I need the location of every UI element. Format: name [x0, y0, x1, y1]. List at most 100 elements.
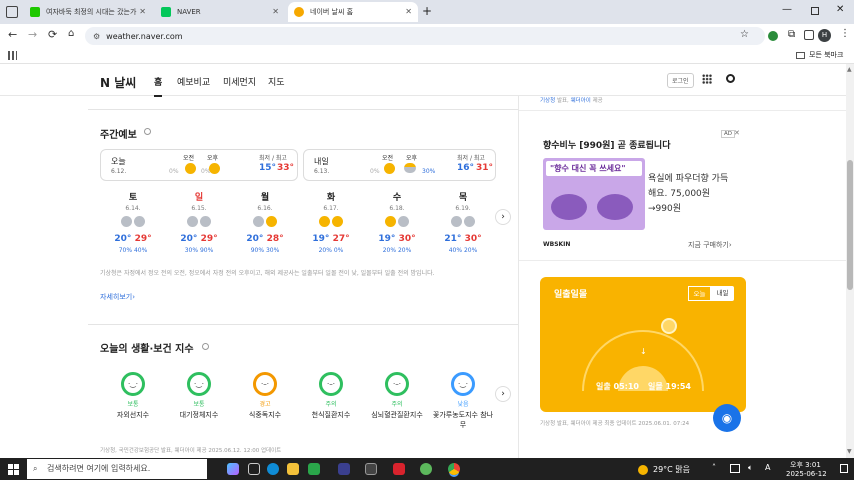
column-divider [518, 96, 519, 458]
sun-icon [209, 163, 220, 174]
browser-tab-3[interactable]: 네이버 날씨 홈 ✕ [288, 2, 418, 22]
window-close-icon[interactable]: ✕ [836, 4, 844, 15]
source-link[interactable]: 기상청 [540, 98, 555, 104]
app-icon[interactable] [308, 463, 320, 475]
edge-icon[interactable] [267, 463, 279, 475]
scrollbar[interactable]: ▲ ▼ [846, 64, 854, 458]
scroll-down-icon[interactable]: ▼ [847, 448, 852, 455]
day-date: 6.14. [125, 205, 141, 212]
weather-icons [100, 216, 166, 229]
ime-indicator[interactable]: A [765, 463, 770, 472]
back-icon[interactable]: ← [8, 28, 17, 41]
close-icon[interactable]: ✕ [272, 7, 279, 16]
extension-icon[interactable] [768, 31, 778, 41]
app-icon[interactable] [420, 463, 432, 475]
today-label: 오늘 [111, 157, 126, 166]
min-temp: 19° [312, 234, 330, 244]
extensions-puzzle-icon[interactable]: ⧉ [788, 29, 795, 40]
temps: 20° 28° [232, 234, 298, 244]
browser-tab-1[interactable]: 여자바둑 최정의 시대는 갔는가 ✕ [24, 2, 152, 22]
close-icon[interactable]: ✕ [139, 7, 146, 16]
windows-start-icon[interactable] [8, 464, 19, 475]
site-info-icon[interactable]: ⚙ [93, 32, 100, 41]
index-item[interactable]: ·‿· 낮음 꽃가루농도지수 참나무 [430, 372, 496, 430]
index-item[interactable]: ·–· 주의 심뇌혈관질환지수 [364, 372, 430, 420]
reload-icon[interactable]: ⟳ [48, 28, 57, 41]
weather-icons [430, 216, 496, 229]
day-date: 6.18. [389, 205, 405, 212]
nav-tab-home[interactable]: 홈 [154, 75, 163, 97]
index-item[interactable]: ·–· 경고 식중독지수 [232, 372, 298, 420]
naver-weather-logo[interactable]: N 날씨 [100, 74, 136, 91]
tray-chevron-icon[interactable]: ˄ [712, 463, 716, 472]
scroll-up-icon[interactable]: ▲ [847, 66, 852, 73]
min-temp: 20° [114, 234, 132, 244]
search-icon[interactable] [726, 74, 735, 83]
index-status: 보통 [193, 401, 205, 408]
task-view-icon[interactable] [248, 463, 260, 475]
next-index-button[interactable]: › [495, 386, 511, 402]
sun-tab-today[interactable]: 오늘 [688, 286, 711, 301]
file-explorer-icon[interactable] [287, 463, 299, 475]
index-item[interactable]: ·–· 주의 천식질환지수 [298, 372, 364, 420]
clock-time[interactable]: 오후 3:01 [790, 460, 821, 470]
login-button[interactable]: 로그인 [667, 73, 694, 88]
index-item[interactable]: ·‿· 보통 대기정체지수 [166, 372, 232, 420]
minimize-icon[interactable]: — [782, 4, 792, 15]
temps: 19° 27° [298, 234, 364, 244]
home-icon[interactable]: ⌂ [68, 28, 74, 39]
nav-tab-map[interactable]: 지도 [268, 75, 285, 88]
tab-title: NAVER [177, 8, 201, 16]
tab-favicon [161, 7, 171, 17]
profile-avatar[interactable]: H [818, 29, 831, 42]
sun-tab-tomorrow[interactable]: 내일 [711, 286, 734, 301]
copilot-icon[interactable] [227, 463, 239, 475]
tab-search-icon[interactable] [6, 6, 18, 18]
folder-icon [796, 51, 805, 59]
nav-tab-forecast-compare[interactable]: 예보비교 [177, 75, 210, 88]
taskbar-search-field[interactable]: ⌕ 검색하려면 여기에 입력하세요. [27, 459, 207, 479]
app-icon[interactable] [393, 463, 405, 475]
sidebar-icon[interactable] [804, 30, 814, 40]
weather-widget[interactable]: 29°C 맑음 [638, 464, 690, 475]
clock-date[interactable]: 2025-06-12 [786, 470, 827, 478]
new-tab-icon[interactable]: + [422, 4, 432, 18]
sun-icon [332, 216, 344, 227]
url-field[interactable]: ⚙ weather.naver.com ☆ [85, 27, 765, 45]
day-name: 일 [194, 193, 204, 203]
apps-icon[interactable] [702, 74, 712, 84]
ad-description[interactable]: 욕실에 파우더향 가득해요. 75,000원 →990원 [648, 172, 734, 217]
info-icon[interactable] [202, 343, 209, 350]
chat-bubble-icon[interactable]: ◉ [713, 404, 741, 432]
menu-icon[interactable]: ⋮ [840, 28, 850, 39]
network-icon[interactable] [730, 464, 740, 473]
maximize-icon[interactable] [811, 7, 819, 15]
apps-grid-icon[interactable] [8, 51, 17, 60]
ad-cta[interactable]: 지금 구매하기› [688, 240, 732, 250]
sun-icon [638, 464, 648, 475]
more-link[interactable]: 자세히보기› [100, 292, 135, 302]
ad-title[interactable]: 향수비누 [990원] 곧 종료됩니다 [543, 138, 671, 151]
next-days-button[interactable]: › [495, 209, 511, 225]
app-icon[interactable] [338, 463, 350, 475]
forward-icon[interactable]: → [28, 28, 37, 41]
bookmark-star-icon[interactable]: ☆ [740, 29, 749, 40]
browser-tab-2[interactable]: NAVER ✕ [155, 2, 285, 22]
temps: 21° 30° [430, 234, 496, 244]
all-bookmarks[interactable]: 모든 북마크 [796, 50, 843, 60]
search-icon: ⌕ [33, 464, 38, 473]
chrome-icon[interactable] [448, 463, 460, 475]
nav-tab-fine-dust[interactable]: 미세먼지 [223, 75, 256, 88]
scroll-thumb[interactable] [847, 160, 853, 290]
notification-icon[interactable] [840, 464, 848, 473]
weekly-note: 기상청은 자정에서 정오 전의 오전, 정오에서 자정 전의 오후이고, 해외 … [100, 270, 435, 277]
terminal-icon[interactable] [365, 463, 377, 475]
info-icon[interactable] [144, 128, 151, 135]
ad-close-icon[interactable]: ✕ [734, 129, 740, 137]
rain-icon [252, 216, 264, 227]
ad-banner[interactable]: "향수 대신 꼭 쓰세요" [543, 158, 645, 230]
close-icon[interactable]: ✕ [405, 7, 412, 16]
index-item[interactable]: ·‿· 보통 자외선지수 [100, 372, 166, 420]
volume-icon[interactable]: 🔈︎ [748, 463, 753, 473]
source-link[interactable]: 웨더아이 [571, 98, 591, 104]
